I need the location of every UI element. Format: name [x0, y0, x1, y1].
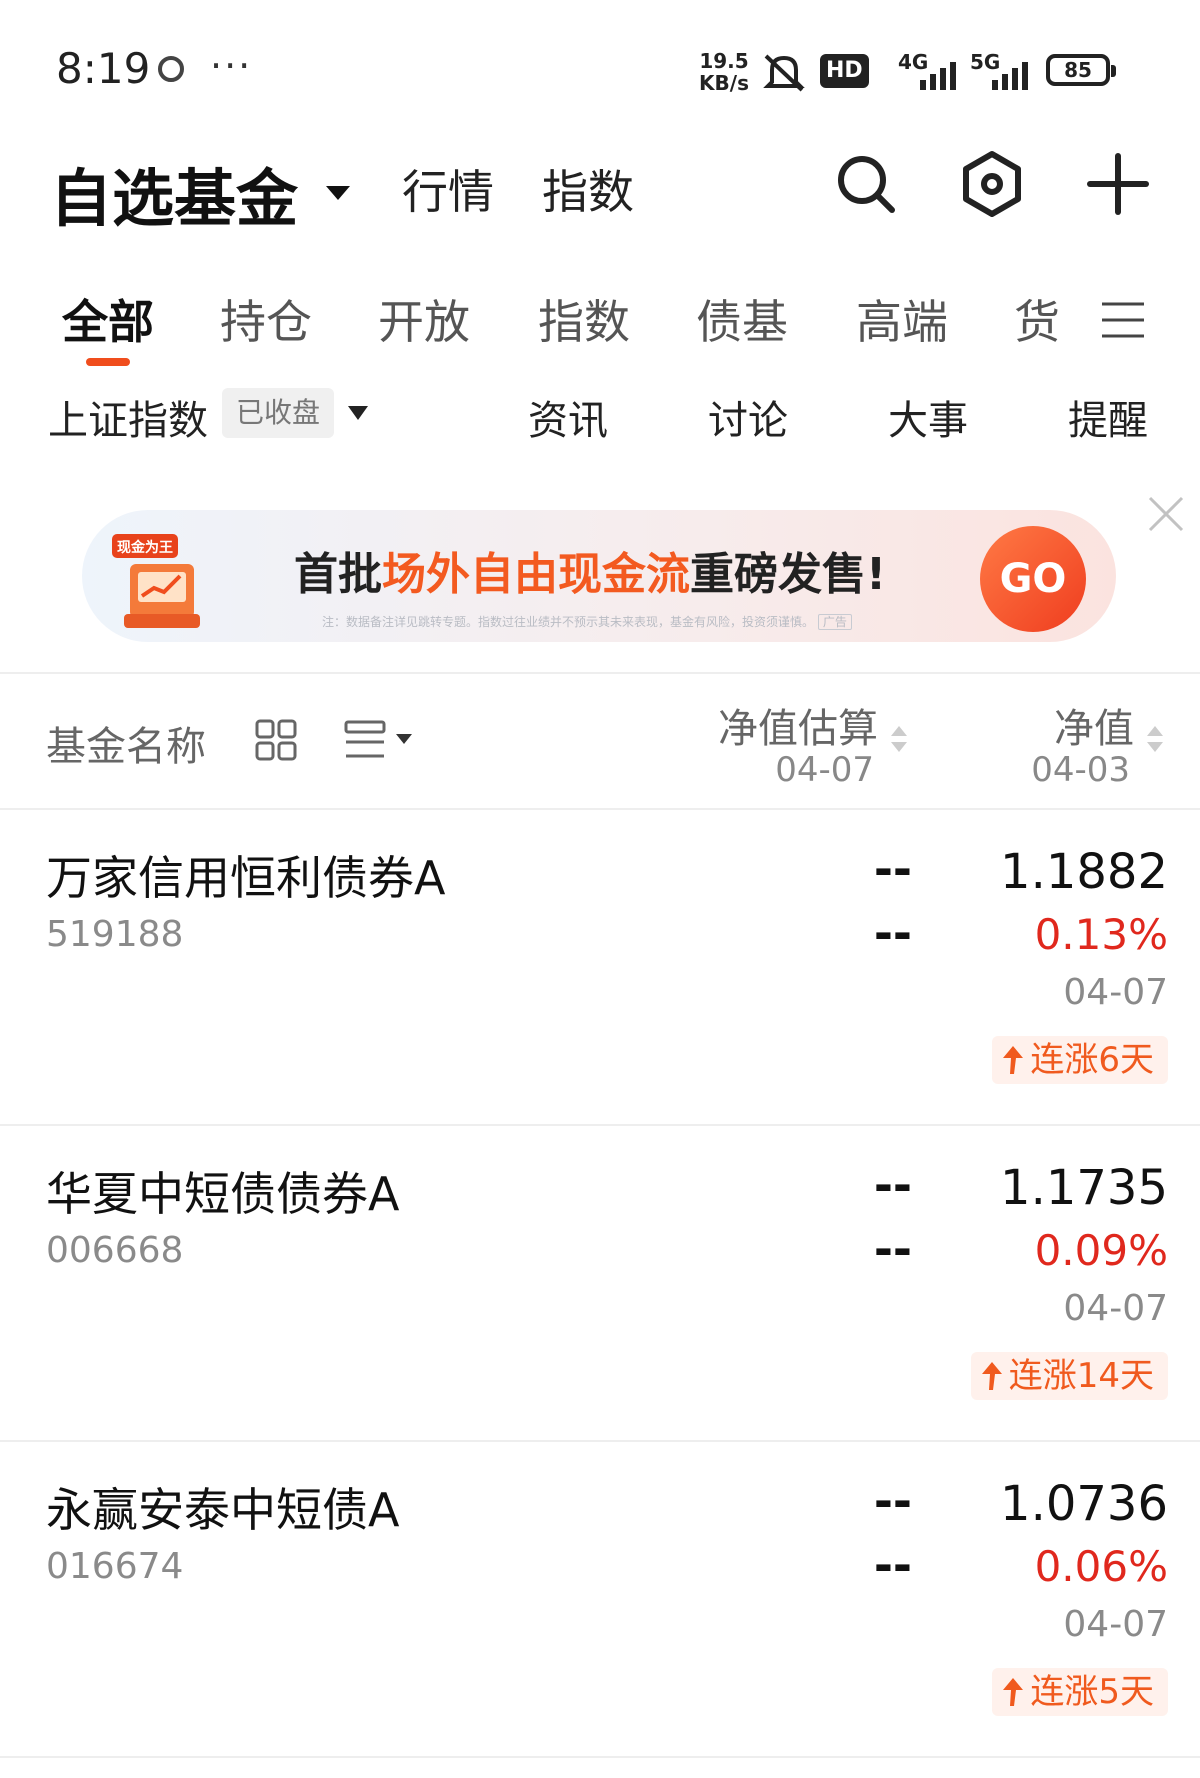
tab-bond[interactable]: 债基 — [696, 286, 788, 352]
status-time: 8:19 — [56, 44, 151, 93]
fund-code: 519188 — [46, 914, 184, 955]
fund-name: 永赢安泰中短债A — [46, 1483, 400, 1537]
active-tab-indicator — [86, 358, 130, 366]
fund-row[interactable]: 华夏中短债债券A 006668 -- -- 1.1735 0.09% 04-07… — [0, 1126, 1200, 1440]
hd-voice-badge: HD — [820, 54, 869, 88]
column-estimate[interactable]: 净值估算 — [718, 696, 878, 754]
sort-estimate-icon[interactable] — [890, 724, 908, 754]
rise-streak-text: 连涨6天 — [1030, 1040, 1154, 1080]
ad-tag: 广告 — [817, 614, 852, 630]
divider — [0, 1756, 1200, 1758]
notification-app-icon — [158, 56, 184, 82]
rise-streak-badge: 连涨14天 — [970, 1352, 1168, 1400]
list-view-icon[interactable] — [344, 718, 414, 762]
fund-estimate: -- — [873, 1474, 912, 1528]
banner-headline-prefix: 首批 — [294, 549, 382, 600]
fund-row[interactable]: 万家信用恒利债券A 519188 -- -- 1.1882 0.13% 04-0… — [0, 810, 1200, 1124]
cash-king-logo: 现金为王 — [112, 534, 200, 628]
arrow-up-icon — [981, 1362, 1002, 1390]
close-icon[interactable] — [1146, 494, 1186, 534]
link-discussion[interactable]: 讨论 — [708, 388, 788, 446]
market-status-badge: 已收盘 — [222, 388, 335, 438]
fund-estimate-change: -- — [873, 906, 912, 960]
network-speed-unit: KB/s — [699, 71, 749, 95]
rise-streak-text: 连涨5天 — [1030, 1672, 1154, 1712]
fund-name: 华夏中短债债券A — [46, 1167, 400, 1221]
fund-estimate: -- — [873, 842, 912, 896]
app-header: 自选基金 行情 指数 — [0, 140, 1200, 260]
fund-code: 006668 — [46, 1230, 184, 1271]
tab-high-end[interactable]: 高端 — [856, 286, 948, 352]
mute-icon — [763, 54, 805, 92]
grid-view-icon[interactable] — [254, 718, 298, 762]
link-news[interactable]: 资讯 — [528, 388, 608, 446]
signal-5g-icon: 5G — [970, 50, 1040, 90]
fund-code: 016674 — [46, 1546, 184, 1587]
arrow-up-icon — [1003, 1046, 1024, 1074]
fund-nav: 1.1735 — [1000, 1160, 1168, 1216]
rise-streak-text: 连涨14天 — [1008, 1356, 1154, 1396]
status-bar: 8:19 ··· 19.5 KB/s HD 4G 5G 85 — [0, 0, 1200, 140]
banner-disclaimer: 注：数据备注详见跳转专题。指数过往业绩并不预示其未来表现，基金有风险，投资须谨慎… — [322, 613, 852, 630]
tab-index[interactable]: 指数 — [538, 286, 630, 352]
fund-nav-date: 04-07 — [1063, 1288, 1168, 1329]
promo-banner[interactable]: 现金为王 首批场外自由现金流重磅发售! 注：数据备注详见跳转专题。指数过往业绩并… — [82, 510, 1116, 642]
tab-money[interactable]: 货 — [1014, 286, 1060, 352]
fund-estimate-change: -- — [873, 1538, 912, 1592]
tab-open[interactable]: 开放 — [378, 286, 470, 352]
fund-estimate-change: -- — [873, 1222, 912, 1276]
banner-go-button[interactable]: GO — [980, 526, 1086, 632]
menu-icon[interactable] — [1100, 300, 1146, 340]
index-bar: 上证指数 已收盘 资讯 讨论 大事 提醒 — [0, 380, 1200, 450]
network-speed-value: 19.5 — [699, 49, 749, 73]
arrow-up-icon — [1003, 1678, 1024, 1706]
banner-headline-suffix: 重磅发售! — [690, 549, 887, 600]
column-nav-date: 04-03 — [1031, 750, 1130, 790]
fund-estimate: -- — [873, 1158, 912, 1212]
nav-index[interactable]: 指数 — [542, 156, 634, 222]
banner-headline-highlight: 场外自由现金流 — [382, 549, 690, 600]
fund-nav-date: 04-07 — [1063, 1604, 1168, 1645]
fund-name: 万家信用恒利债券A — [46, 851, 446, 905]
page-title[interactable]: 自选基金 — [50, 148, 298, 238]
fund-nav: 1.0736 — [1000, 1476, 1168, 1532]
settings-icon[interactable] — [958, 150, 1026, 218]
signal-4g-icon: 4G — [898, 50, 968, 90]
index-name[interactable]: 上证指数 — [48, 388, 208, 446]
category-tabs: 全部 持仓 开放 指数 债基 高端 货 — [0, 270, 1200, 370]
fund-nav-date: 04-07 — [1063, 972, 1168, 1013]
fund-change: 0.06% — [1034, 1542, 1168, 1591]
network-speed: 19.5 KB/s — [694, 50, 754, 94]
fund-change: 0.09% — [1034, 1226, 1168, 1275]
search-icon[interactable] — [832, 150, 900, 218]
divider — [0, 672, 1200, 674]
fund-list-header: 基金名称 净值估算 04-07 净值 04-03 — [0, 676, 1200, 808]
fund-change: 0.13% — [1034, 910, 1168, 959]
banner-headline: 首批场外自由现金流重磅发售! — [294, 538, 886, 602]
rise-streak-badge: 连涨6天 — [992, 1036, 1168, 1084]
nav-market[interactable]: 行情 — [402, 156, 494, 222]
column-estimate-date: 04-07 — [775, 750, 874, 790]
link-reminder[interactable]: 提醒 — [1068, 388, 1148, 446]
column-nav[interactable]: 净值 — [1054, 696, 1134, 754]
index-dropdown-caret-icon[interactable] — [348, 406, 368, 420]
column-fund-name: 基金名称 — [46, 724, 206, 770]
svg-text:现金为王: 现金为王 — [117, 539, 173, 556]
tab-holdings[interactable]: 持仓 — [220, 286, 312, 352]
tab-all[interactable]: 全部 — [62, 286, 154, 352]
link-events[interactable]: 大事 — [888, 388, 968, 446]
status-more-icon: ··· — [210, 44, 253, 88]
battery-icon: 85 — [1046, 54, 1116, 86]
add-icon[interactable] — [1084, 150, 1152, 218]
sort-nav-icon[interactable] — [1146, 724, 1164, 754]
rise-streak-badge: 连涨5天 — [992, 1668, 1168, 1716]
fund-nav: 1.1882 — [1000, 844, 1168, 900]
fund-row[interactable]: 永赢安泰中短债A 016674 -- -- 1.0736 0.06% 04-07… — [0, 1442, 1200, 1756]
title-dropdown-caret-icon[interactable] — [326, 186, 350, 200]
